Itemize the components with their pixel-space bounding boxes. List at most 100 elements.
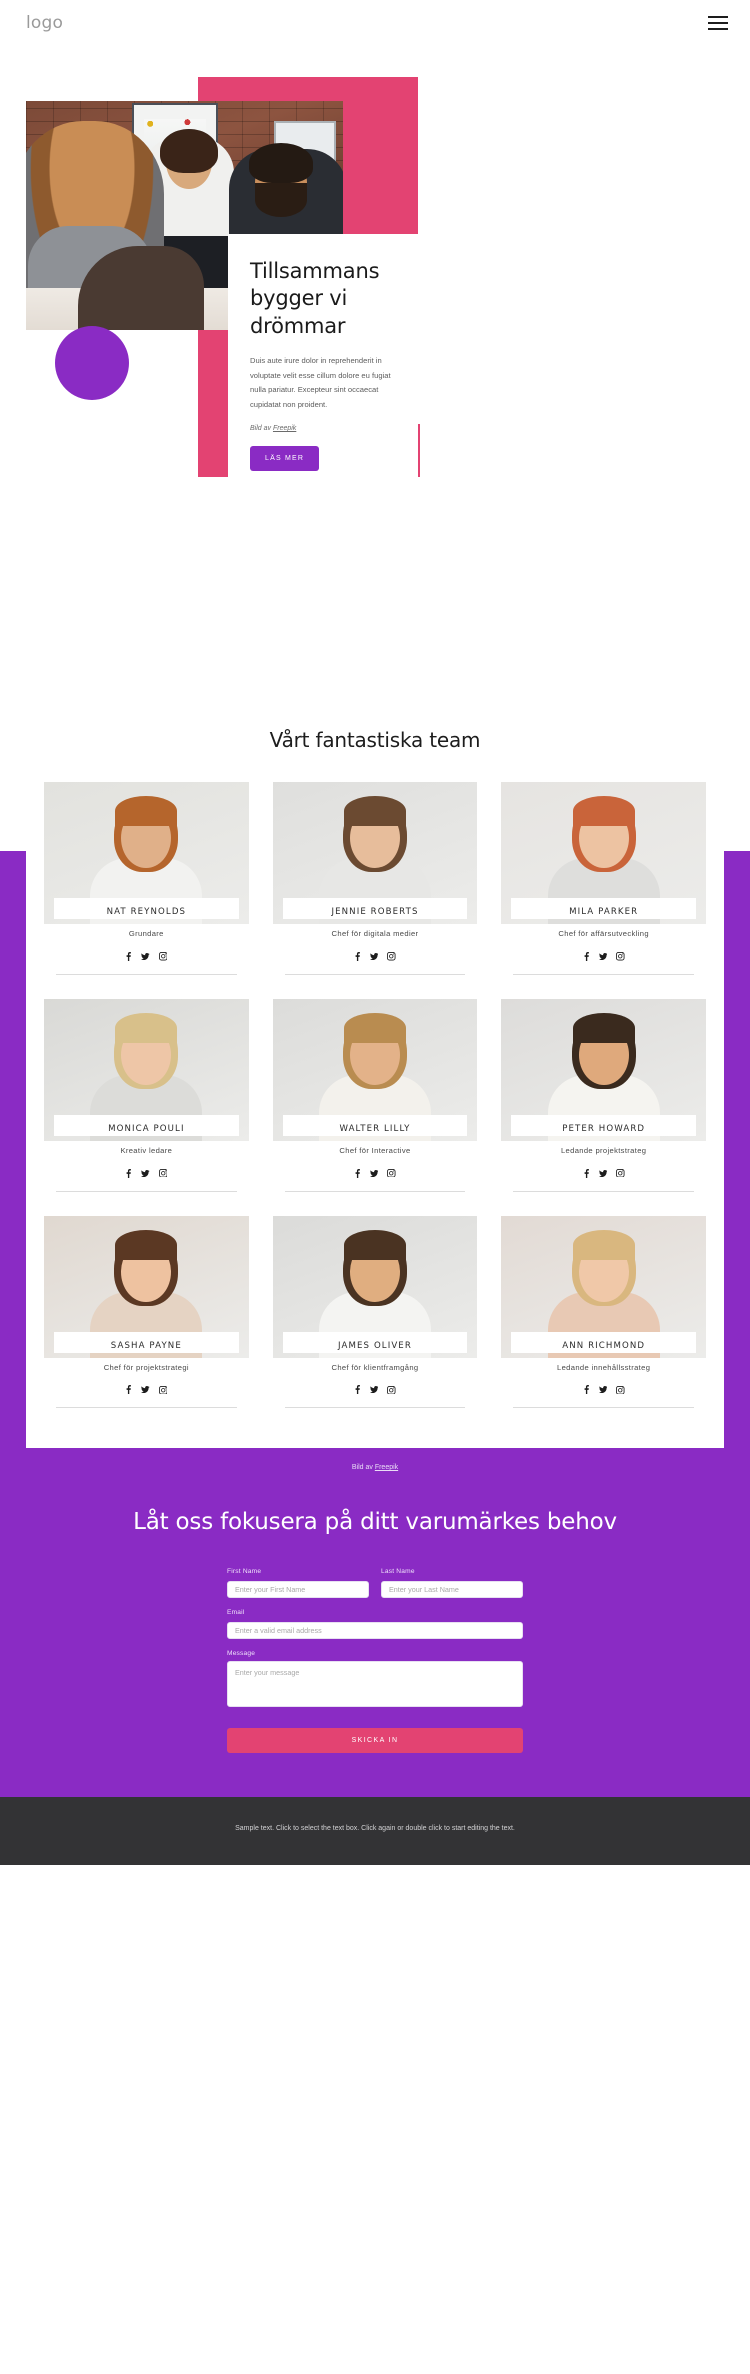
hero-credit-link[interactable]: Freepik — [273, 425, 296, 432]
facebook-icon[interactable] — [125, 951, 132, 961]
team-credit-prefix: Bild av — [351, 1464, 375, 1472]
email-label: Email — [227, 1608, 245, 1616]
instagram-icon[interactable] — [387, 1385, 396, 1395]
instagram-icon[interactable] — [387, 1168, 396, 1178]
facebook-icon[interactable] — [125, 1385, 132, 1395]
first-name-label: First Name — [227, 1567, 262, 1575]
twitter-icon[interactable] — [141, 1385, 150, 1394]
hero-image-credit: Bild av Freepik — [250, 425, 394, 432]
team-member-name: JAMES OLIVER — [338, 1340, 412, 1351]
team-member-card: PETER HOWARD Ledande projektstrateg — [501, 998, 706, 1210]
team-member-card: SASHA PAYNE Chef för projektstrategi — [44, 1215, 249, 1427]
team-member-card: ANN RICHMOND Ledande innehållsstrateg — [501, 1215, 706, 1427]
facebook-icon[interactable] — [354, 951, 361, 961]
team-title: Vårt fantastiska team — [269, 728, 481, 752]
team-member-social-links — [273, 1168, 478, 1178]
team-member-divider — [513, 973, 694, 975]
footer-text: Sample text. Click to select the text bo… — [235, 1824, 515, 1832]
facebook-icon[interactable] — [583, 1168, 590, 1178]
team-member-role: Kreativ ledare — [120, 1145, 173, 1155]
instagram-icon[interactable] — [158, 952, 168, 961]
team-member-divider — [284, 973, 466, 975]
team-member-social-links — [501, 1385, 706, 1395]
submit-button[interactable]: SKICKA IN — [227, 1727, 523, 1753]
instagram-icon[interactable] — [158, 1385, 168, 1395]
email-input[interactable] — [227, 1621, 523, 1639]
team-member-name: SASHA PAYNE — [110, 1340, 182, 1351]
twitter-icon[interactable] — [598, 1169, 608, 1178]
team-member-social-links — [501, 951, 706, 961]
email-field: Email — [227, 1609, 523, 1639]
team-card-container: NAT REYNOLDS Grundare JENNIE ROBERTS Chef f… — [26, 782, 724, 1449]
name-row: First Name Last Name — [227, 1568, 523, 1609]
burger-line — [708, 21, 728, 25]
twitter-icon[interactable] — [369, 1169, 379, 1178]
team-member-divider — [56, 1190, 237, 1192]
team-member-role: Chef för klientframgång — [331, 1362, 419, 1372]
twitter-icon[interactable] — [598, 1385, 608, 1394]
twitter-icon[interactable] — [369, 952, 379, 961]
first-name-field: First Name — [227, 1568, 369, 1598]
team-member-social-links — [44, 1385, 249, 1395]
team-member-divider — [284, 1190, 466, 1192]
team-member-divider — [56, 1407, 237, 1409]
twitter-icon[interactable] — [598, 952, 608, 961]
burger-line — [708, 27, 728, 30]
team-member-social-links — [273, 951, 478, 961]
facebook-icon[interactable] — [354, 1385, 361, 1395]
instagram-icon[interactable] — [616, 1168, 625, 1178]
burger-line — [708, 16, 728, 19]
team-member-card: MILA PARKER Chef för affärsutveckling — [501, 782, 706, 993]
decorative-circle — [55, 326, 129, 400]
message-textarea[interactable] — [227, 1660, 523, 1707]
instagram-icon[interactable] — [158, 1168, 168, 1178]
team-member-role: Chef för affärsutveckling — [558, 929, 649, 938]
team-member-role: Chef för projektstrategi — [103, 1362, 189, 1372]
team-member-social-links — [44, 1168, 249, 1178]
team-member-divider — [56, 973, 237, 975]
twitter-icon[interactable] — [141, 1169, 150, 1178]
read-more-button[interactable]: LÄS MER — [250, 446, 320, 472]
facebook-icon[interactable] — [583, 1385, 590, 1395]
instagram-icon[interactable] — [616, 952, 625, 961]
cta-title: Låt oss fokusera på ditt varumärkes beho… — [133, 1509, 617, 1536]
team-member-role: Grundare — [128, 929, 164, 938]
last-name-input[interactable] — [381, 1580, 523, 1598]
twitter-icon[interactable] — [141, 952, 150, 961]
facebook-icon[interactable] — [354, 1168, 361, 1178]
team-member-role: Chef för Interactive — [339, 1145, 411, 1155]
team-member-name: NAT REYNOLDS — [106, 907, 187, 917]
team-member-card: MONICA POULI Kreativ ledare — [44, 998, 249, 1210]
logo[interactable]: logo — [26, 13, 63, 33]
message-field: Message — [227, 1650, 523, 1712]
team-member-namebox: JAMES OLIVER — [282, 1331, 468, 1353]
contact-form: First Name Last Name Email Message SKICK… — [227, 1568, 523, 1753]
site-footer: Sample text. Click to select the text bo… — [0, 1796, 750, 1865]
team-member-name: MILA PARKER — [569, 907, 639, 917]
team-member-namebox: ANN RICHMOND — [511, 1331, 696, 1353]
team-member-role: Ledande innehållsstrateg — [557, 1362, 651, 1372]
team-credit-link[interactable]: Freepik — [375, 1464, 398, 1471]
team-member-card: WALTER LILLY Chef för Interactive — [272, 998, 478, 1210]
team-member-social-links — [273, 1385, 478, 1395]
team-member-namebox: NAT REYNOLDS — [54, 898, 239, 919]
team-member-card: NAT REYNOLDS Grundare — [44, 782, 249, 993]
team-grid: NAT REYNOLDS Grundare JENNIE ROBERTS Chef f… — [36, 782, 714, 1426]
team-member-namebox: MONICA POULI — [54, 1114, 239, 1136]
instagram-icon[interactable] — [616, 1385, 625, 1395]
team-member-name: ANN RICHMOND — [562, 1340, 646, 1351]
facebook-icon[interactable] — [125, 1168, 132, 1178]
team-member-role: Ledande projektstrateg — [560, 1145, 647, 1155]
hero-section: Tillsammans bygger vi drömmar Duis aute … — [0, 46, 750, 676]
twitter-icon[interactable] — [369, 1385, 379, 1394]
hamburger-menu-icon[interactable] — [708, 16, 728, 30]
team-member-social-links — [501, 1168, 706, 1178]
instagram-icon[interactable] — [387, 952, 396, 961]
team-member-namebox: JENNIE ROBERTS — [282, 898, 468, 919]
team-member-name: PETER HOWARD — [562, 1123, 646, 1134]
team-member-role: Chef för digitala medier — [331, 929, 419, 938]
first-name-input[interactable] — [227, 1580, 369, 1598]
team-member-namebox: SASHA PAYNE — [54, 1331, 239, 1353]
team-member-card: JAMES OLIVER Chef för klientframgång — [272, 1215, 478, 1427]
facebook-icon[interactable] — [583, 951, 590, 961]
